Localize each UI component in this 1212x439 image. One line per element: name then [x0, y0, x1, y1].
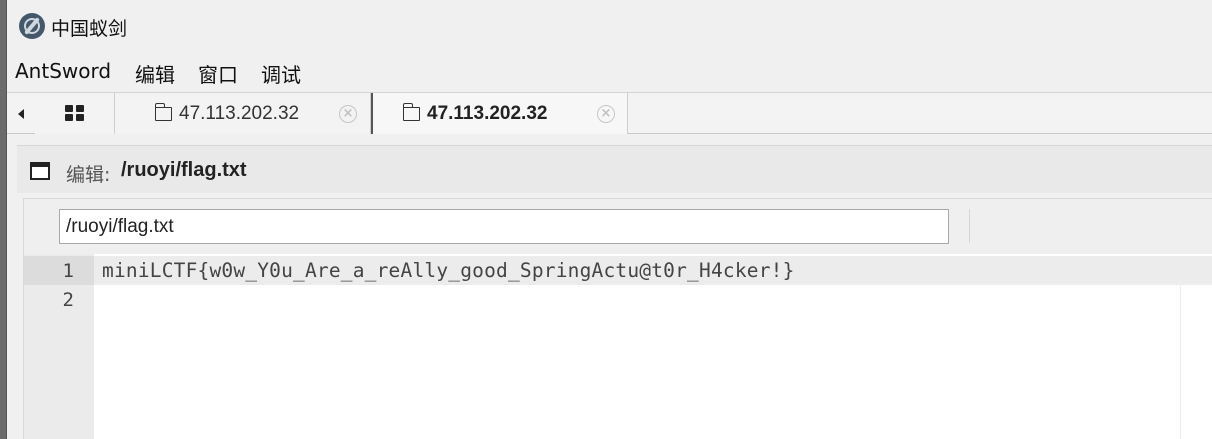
code-line[interactable]: 2: [24, 285, 1212, 314]
title-bar: 中国蚁剑: [7, 0, 1212, 50]
caret-left-icon: [18, 109, 24, 119]
antsword-logo-icon: [19, 13, 45, 39]
tab-host-1[interactable]: 47.113.202.32 ×: [115, 93, 371, 134]
tab-host-2[interactable]: 47.113.202.32 ×: [371, 93, 628, 134]
toolbar-divider: [969, 209, 970, 243]
grid-icon: [65, 105, 85, 122]
tab-scroll-left-button[interactable]: [9, 93, 36, 134]
window-icon: [30, 162, 50, 180]
antsword-window: 中国蚁剑 AntSword 编辑 窗口 调试 47.113.202.32 × 4…: [6, 0, 1212, 439]
menu-bar: AntSword 编辑 窗口 调试: [7, 52, 1212, 90]
line-number: 2: [62, 289, 74, 311]
tab-grid[interactable]: [35, 93, 115, 134]
close-icon[interactable]: ×: [597, 105, 615, 123]
panel-title-prefix: 编辑:: [66, 164, 111, 186]
menu-debug[interactable]: 调试: [261, 59, 301, 88]
gutter-cell: 2: [24, 285, 94, 314]
close-icon[interactable]: ×: [339, 105, 357, 123]
path-toolbar: [23, 198, 1212, 254]
menu-antsword[interactable]: AntSword: [15, 59, 111, 83]
folder-icon: [154, 103, 172, 121]
file-path-input[interactable]: [59, 209, 949, 244]
menu-window[interactable]: 窗口: [198, 59, 238, 88]
folder-icon: [402, 103, 420, 121]
menu-edit[interactable]: 编辑: [135, 59, 175, 88]
line-number: 1: [62, 260, 74, 282]
window-title: 中国蚁剑: [51, 18, 128, 40]
code-editor[interactable]: 1 miniLCTF{w0w_Y0u_Are_a_reAlly_good_Spr…: [23, 254, 1212, 439]
gutter-cell: 1: [24, 256, 94, 285]
code-line-text: miniLCTF{w0w_Y0u_Are_a_reAlly_good_Sprin…: [102, 259, 795, 282]
tab-bar: 47.113.202.32 × 47.113.202.32 ×: [7, 92, 1212, 134]
panel-title-path: /ruoyi/flag.txt: [121, 159, 247, 181]
tab-label: 47.113.202.32: [427, 103, 548, 124]
print-margin: [1180, 284, 1181, 439]
code-line[interactable]: 1 miniLCTF{w0w_Y0u_Are_a_reAlly_good_Spr…: [24, 256, 1212, 285]
editor-panel-header: 编辑: /ruoyi/flag.txt: [17, 145, 1212, 193]
tab-label: 47.113.202.32: [179, 103, 300, 124]
